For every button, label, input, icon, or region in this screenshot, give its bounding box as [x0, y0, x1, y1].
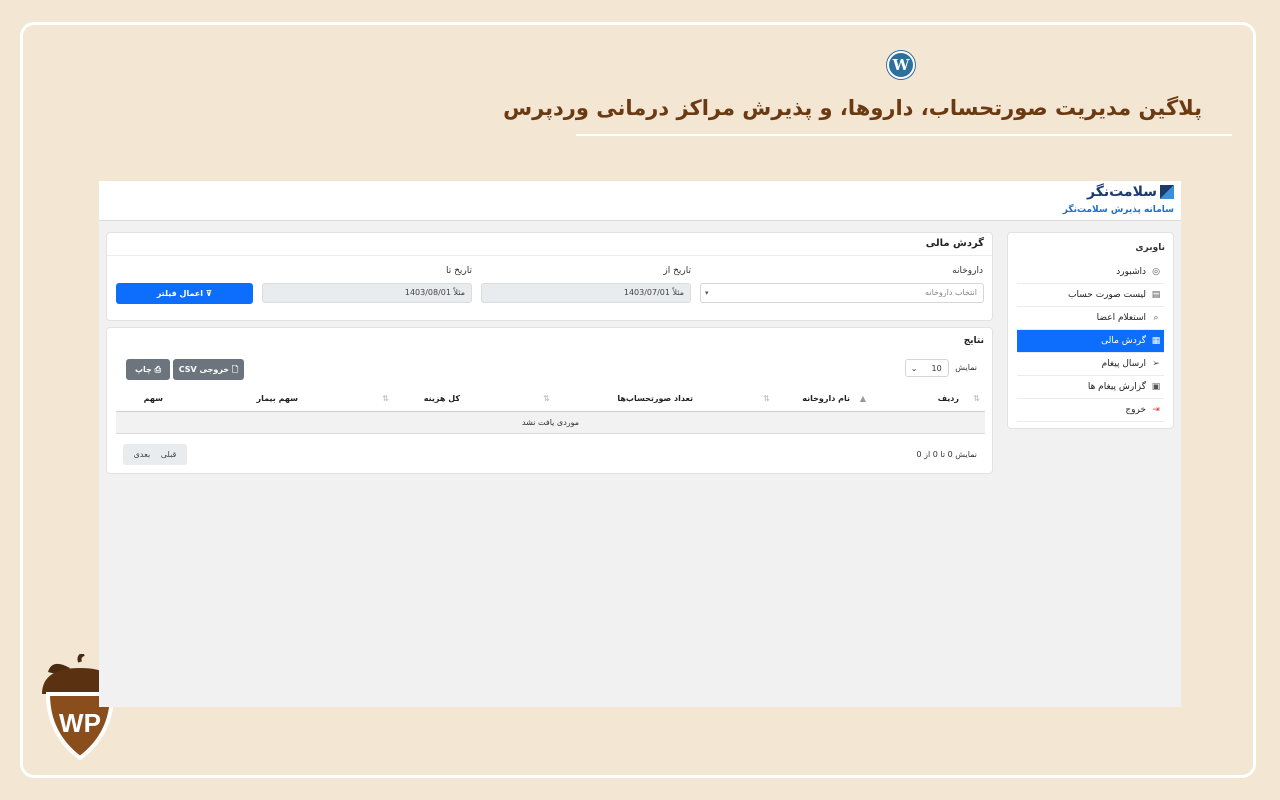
column-header-row[interactable]: ردیف: [938, 388, 959, 412]
column-header-pharmacy-share[interactable]: سهم داروخانه: [116, 388, 163, 425]
date-to-input[interactable]: مثلاً 1403/08/01: [262, 283, 472, 303]
brand: سلامت‌نگر سامانه پذیرش سلامت‌نگر: [1063, 183, 1174, 215]
file-icon: 🗋: [229, 365, 239, 374]
date-from-label: تاریخ از: [663, 266, 691, 276]
wordpress-logo-icon: W: [887, 51, 915, 79]
print-button[interactable]: ⎙ چاپ: [126, 359, 170, 380]
export-csv-button[interactable]: 🗋 خروجی CSV: [173, 359, 244, 380]
page-length-select[interactable]: 10 ⌄: [904, 359, 949, 377]
brand-name: سلامت‌نگر: [1087, 184, 1157, 200]
brand-mark-icon: [1160, 185, 1174, 199]
page-length-control: نمایش 10 ⌄: [904, 359, 977, 377]
table-header: ردیف ▲ ⇅ نام داروخانه ⇅ تعداد صورتحساب‌ه…: [116, 388, 985, 425]
pharmacy-select[interactable]: انتخاب داروخانه ▾: [700, 283, 984, 303]
show-label: نمایش: [955, 363, 977, 372]
results-card: نتایج نمایش 10 ⌄ 🗋 خروجی CSV ⎙ چاپ ردیف ▲…: [106, 327, 993, 474]
search-icon: ⌕: [1153, 313, 1159, 323]
column-header-pharmacy[interactable]: نام داروخانه: [802, 388, 850, 412]
app-window: سلامت‌نگر سامانه پذیرش سلامت‌نگر ناوبری …: [99, 181, 1181, 707]
sidebar-item-member-inquiry[interactable]: ⌕استعلام اعضا: [1017, 307, 1164, 330]
printer-icon: ⎙: [151, 365, 161, 374]
page-headline: پلاگین مدیریت صورتحساب، داروها، و پذیرش …: [503, 96, 1202, 120]
date-to-label: تاریخ تا: [445, 266, 472, 276]
column-header-total-cost[interactable]: کل هزینه: [424, 388, 460, 412]
table-info: نمایش 0 تا 0 از 0: [916, 450, 977, 459]
sidebar-nav: ناوبری ◎داشبورد ▤لیست صورت حساب ⌕استعلام…: [1007, 232, 1174, 429]
logout-icon: ⇥: [1152, 405, 1160, 415]
chevron-down-icon: ⌄: [910, 364, 918, 373]
previous-page-button[interactable]: قبلی: [161, 450, 177, 459]
sidebar-item-financial-flow[interactable]: ▦گردش مالی: [1017, 330, 1164, 353]
filter-card-title: گردش مالی: [107, 233, 992, 256]
top-bar: سلامت‌نگر سامانه پذیرش سلامت‌نگر: [99, 181, 1181, 221]
sidebar-item-send-message[interactable]: ➢ارسال پیغام: [1017, 353, 1164, 376]
next-page-button[interactable]: بعدی: [134, 450, 151, 459]
column-header-patient-share[interactable]: سهم بیمار: [257, 388, 298, 412]
inbox-icon: ▣: [1151, 382, 1161, 392]
empty-table-message: موردی یافت نشد: [116, 412, 985, 434]
sidebar-item-message-reports[interactable]: ▣گزارش پیغام ها: [1017, 376, 1164, 399]
date-from-input[interactable]: مثلاً 1403/07/01: [481, 283, 691, 303]
svg-text:WP: WP: [59, 708, 101, 738]
sort-icon: ⇅: [543, 394, 550, 403]
sidebar-title: ناوبری: [1135, 243, 1165, 253]
sort-icon: ⇅: [382, 394, 389, 403]
chevron-down-icon: ▾: [705, 289, 709, 297]
filter-card: گردش مالی داروخانه انتخاب داروخانه ▾ تار…: [106, 232, 993, 321]
sidebar-item-logout[interactable]: ⇥خروج: [1017, 399, 1164, 422]
send-icon: ➢: [1152, 359, 1160, 369]
apply-filter-button[interactable]: ⊽ اعمال فیلتر: [116, 283, 253, 304]
sort-icon: ⇅: [973, 394, 980, 403]
invoice-icon: ▤: [1151, 290, 1161, 300]
ledger-icon: ▦: [1151, 336, 1161, 346]
sidebar-item-dashboard[interactable]: ◎داشبورد: [1017, 261, 1164, 284]
pagination: قبلی بعدی: [123, 444, 187, 465]
sidebar-item-invoices[interactable]: ▤لیست صورت حساب: [1017, 284, 1164, 307]
gauge-icon: ◎: [1152, 267, 1160, 277]
sort-icon: ⇅: [763, 394, 770, 403]
brand-subtitle: سامانه پذیرش سلامت‌نگر: [1062, 205, 1174, 215]
results-title: نتایج: [963, 336, 984, 346]
column-header-invoice-count[interactable]: تعداد صورتحساب‌ها: [617, 388, 693, 412]
headline-divider: [576, 134, 1232, 136]
pharmacy-label: داروخانه: [952, 266, 983, 276]
sort-asc-icon: ▲: [859, 394, 866, 403]
